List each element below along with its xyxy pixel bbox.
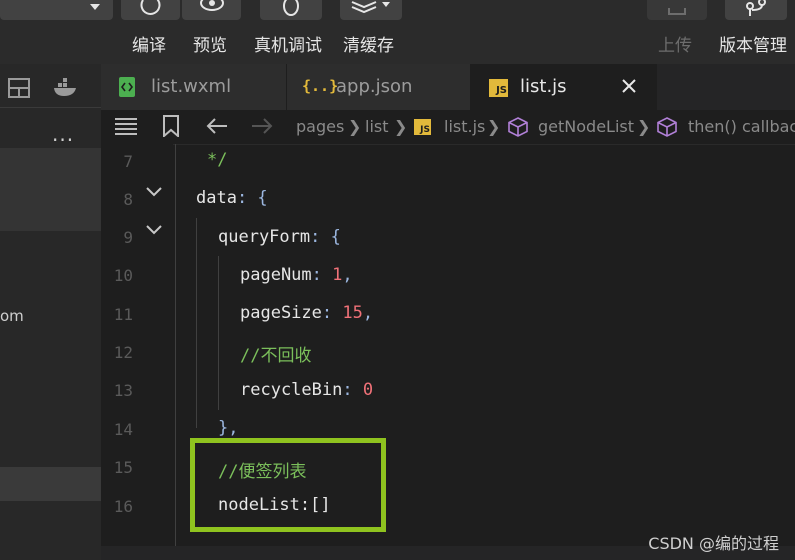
- method-cube-icon: [508, 117, 528, 137]
- chevron-right-icon: ❯: [348, 117, 362, 136]
- line-number: 12: [113, 343, 133, 362]
- branch-icon: [746, 0, 766, 16]
- code-token: 1: [332, 265, 343, 285]
- js-file-icon: JS: [414, 119, 431, 135]
- upload-icon: [668, 8, 686, 15]
- code-token: : {: [236, 188, 268, 208]
- code-token: queryForm: [218, 227, 311, 247]
- code-line[interactable]: recycleBin: 0: [240, 380, 373, 400]
- fold-chevron-icon[interactable]: [145, 224, 163, 236]
- code-line[interactable]: pageNum: 1,: [240, 265, 353, 285]
- tab-label: app.json: [336, 76, 413, 97]
- divider: [0, 107, 101, 108]
- code-token: 0: [362, 380, 374, 400]
- tab-label: list.js: [520, 76, 567, 97]
- layout-icon[interactable]: [8, 78, 30, 98]
- wxml-file-icon: [119, 77, 135, 97]
- preview-label[interactable]: 预览: [193, 31, 227, 56]
- clear-cache-label[interactable]: 清缓存: [343, 31, 394, 56]
- remote-debug-label[interactable]: 真机调试: [254, 31, 322, 56]
- compile-button[interactable]: [121, 0, 180, 20]
- code-token: : {: [310, 227, 341, 247]
- upload-label[interactable]: 上传: [658, 31, 692, 56]
- clear-cache-button[interactable]: [340, 0, 402, 20]
- code-token: :: [342, 380, 363, 400]
- breadcrumb-item[interactable]: getNodeList: [538, 117, 634, 136]
- code-token: data: [196, 188, 237, 208]
- line-number: 11: [113, 305, 133, 324]
- code-line[interactable]: queryForm: {: [218, 227, 341, 247]
- eye-icon: [200, 0, 224, 11]
- watermark: CSDN @编的过程: [648, 534, 779, 553]
- line-number: 13: [113, 381, 133, 400]
- file-tree-item-selected[interactable]: [0, 148, 101, 231]
- code-token: pageNum: [240, 265, 312, 285]
- line-number: 8: [123, 190, 133, 209]
- upload-button[interactable]: [647, 0, 707, 20]
- version-control-button[interactable]: [725, 0, 787, 20]
- code-token: 15: [342, 303, 363, 323]
- chevron-right-icon: ❯: [394, 117, 408, 136]
- chevron-right-icon: ❯: [487, 117, 501, 136]
- json-file-icon: {..}: [302, 77, 339, 95]
- fold-chevron-icon[interactable]: [145, 186, 163, 198]
- refresh-icon: [140, 0, 161, 15]
- code-line[interactable]: data: {: [196, 188, 268, 208]
- code-line[interactable]: },: [218, 418, 238, 438]
- breadcrumb-item[interactable]: then() callback: [688, 117, 795, 136]
- tab-list-wxml[interactable]: list.wxml: [101, 64, 287, 110]
- code-token: :: [321, 303, 343, 323]
- code-token: pageSize: [240, 303, 322, 323]
- docker-icon[interactable]: [52, 78, 78, 98]
- js-file-icon: JS: [489, 79, 508, 97]
- tab-label: list.wxml: [151, 76, 232, 97]
- top-toolbar: 编译 预览 真机调试 清缓存 上传 版本管理: [0, 0, 795, 64]
- code-line[interactable]: pageSize: 15,: [240, 303, 373, 323]
- code-token: :: [311, 265, 333, 285]
- code-line[interactable]: //不回收: [240, 341, 311, 366]
- indent-guide: [196, 218, 197, 428]
- version-control-label[interactable]: 版本管理: [719, 31, 787, 56]
- chevron-down-icon: [90, 4, 100, 10]
- line-number: 10: [113, 266, 133, 285]
- close-icon[interactable]: [622, 79, 636, 93]
- preview-button[interactable]: [182, 0, 241, 20]
- layers-icon: [351, 1, 390, 14]
- line-number: 14: [113, 420, 133, 439]
- more-icon[interactable]: ...: [52, 122, 74, 146]
- method-cube-icon: [657, 117, 677, 137]
- bookmark-icon[interactable]: [163, 115, 179, 137]
- indent-guide: [175, 144, 176, 546]
- remote-debug-button[interactable]: [260, 0, 322, 20]
- line-number: 7: [123, 152, 133, 171]
- line-number: 16: [113, 497, 133, 516]
- breadcrumb: pages ❯ list ❯ JS list.js ❯ getNodeList …: [101, 110, 795, 145]
- code-line[interactable]: */: [207, 150, 227, 170]
- bug-icon: [283, 0, 299, 16]
- chevron-right-icon: ❯: [637, 117, 651, 136]
- list-icon[interactable]: [114, 117, 138, 135]
- breadcrumb-item[interactable]: list: [365, 117, 389, 136]
- highlight-box: [190, 438, 386, 532]
- breadcrumb-item[interactable]: list.js: [444, 117, 485, 136]
- line-number: 9: [123, 228, 133, 247]
- mode-select[interactable]: [0, 0, 113, 20]
- code-token: ,: [342, 265, 353, 285]
- back-arrow-icon[interactable]: [206, 117, 228, 135]
- file-tree-item-hover[interactable]: [0, 467, 101, 501]
- tab-list-js[interactable]: JS list.js: [471, 64, 657, 110]
- tab-app-json[interactable]: {..} app.json: [287, 64, 471, 110]
- breadcrumb-item[interactable]: pages: [296, 117, 344, 136]
- code-token: recycleBin: [240, 380, 343, 400]
- editor-tab-bar: list.wxml {..} app.json JS list.js: [101, 64, 795, 110]
- compile-label[interactable]: 编译: [132, 31, 166, 56]
- forward-arrow-icon[interactable]: [251, 117, 273, 135]
- line-number: 15: [113, 458, 133, 477]
- code-token: ,: [362, 303, 374, 323]
- indent-guide: [218, 256, 219, 410]
- file-tree-item-label[interactable]: om: [0, 307, 24, 325]
